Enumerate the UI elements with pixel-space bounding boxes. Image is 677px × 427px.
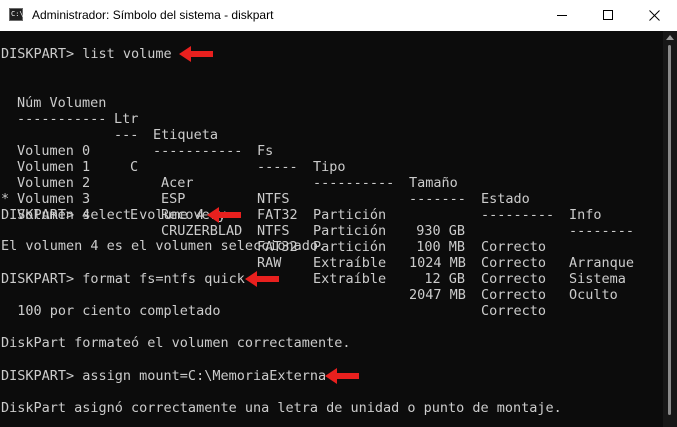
separator: --------- (481, 207, 555, 223)
cell-size: 100 MB (416, 239, 465, 255)
red-left-arrow-icon (245, 271, 279, 287)
window-title: Administrador: Símbolo del sistema - dis… (32, 8, 274, 22)
cell-fs: NTFS (257, 223, 290, 239)
command-prompt-window: C:\ Administrador: Símbolo del sistema -… (0, 0, 677, 427)
minimize-icon (557, 15, 567, 16)
table-row: Volumen 1 ESP FAT32 Partición 100 MB Cor… (0, 127, 663, 287)
cell-status: Correcto (481, 271, 547, 287)
console-output[interactable]: DISKPART> list volume Núm Volumen Ltr Et… (0, 31, 663, 427)
command-line: DISKPART> format fs=ntfs quick (1, 271, 245, 287)
console-app-icon-label: C:\ (11, 10, 24, 18)
volume-table-separator: ----------- --- ----------- ----- ------… (0, 95, 663, 239)
cell-info: Oculto (569, 287, 618, 303)
cell-info: Arranque (569, 255, 635, 271)
cell-status: Correcto (481, 287, 547, 303)
cell-type: Extraíble (313, 255, 387, 271)
console-app-icon: C:\ (9, 8, 24, 21)
scroll-up-arrow-icon[interactable] (666, 35, 674, 40)
cell-size: 2047 MB (409, 287, 466, 303)
vertical-scrollbar[interactable] (663, 31, 677, 427)
cell-size: 12 GB (424, 271, 465, 287)
output-line: El volumen 4 es el volumen seleccionado. (1, 238, 327, 254)
output-line: DiskPart asignó correctamente una letra … (1, 400, 562, 416)
command-line: DISKPART> assign mount=C:\MemoriaExterna (1, 368, 327, 384)
scrollbar-thumb[interactable] (668, 45, 671, 415)
cell-fs: NTFS (257, 191, 290, 207)
cell-type: Partición (313, 207, 387, 223)
cell-size: 1024 MB (409, 255, 466, 271)
minimize-button[interactable] (539, 0, 585, 31)
cell-status: Correcto (481, 255, 547, 271)
maximize-button[interactable] (585, 0, 631, 31)
output-line: 100 por ciento completado (1, 303, 221, 319)
red-left-arrow-icon (179, 46, 213, 62)
table-row: Volumen 0 C Acer NTFS Partición 930 GB C… (0, 111, 663, 271)
cell-type: Extraíble (313, 271, 387, 287)
close-icon (649, 10, 660, 21)
command-line: DISKPART> select volume 4 (1, 207, 205, 223)
close-button[interactable] (631, 0, 677, 31)
table-row: Volumen 3 E CRUZERBLAD FAT32 Extraíble 1… (0, 159, 663, 303)
header-estado: Estado (481, 191, 530, 207)
separator: -------- (569, 223, 635, 239)
red-left-arrow-icon (207, 207, 241, 223)
cell-label: ESP (161, 191, 186, 207)
cell-label: CRUZERBLAD (161, 223, 243, 239)
table-row: Volumen 2 Recovery NTFS Partición 1024 M… (0, 143, 663, 303)
title-bar[interactable]: C:\ Administrador: Símbolo del sistema -… (0, 0, 677, 31)
header-info: Info (569, 207, 602, 223)
separator: ------- (409, 191, 466, 207)
cell-status: Correcto (481, 303, 547, 319)
cell-fs: RAW (257, 255, 282, 271)
cell-info: Sistema (569, 271, 626, 287)
command-line: DISKPART> list volume (1, 46, 172, 62)
cell-size: 930 GB (416, 223, 465, 239)
cell-status: Correcto (481, 239, 547, 255)
red-left-arrow-icon (325, 368, 359, 384)
maximize-icon (603, 10, 613, 20)
cell-type: Partición (313, 223, 387, 239)
table-row: * Volumen 4 RAW Extraíble 2047 MB Correc… (0, 175, 663, 319)
volume-table-header: Núm Volumen Ltr Etiqueta Fs Tipo Tamaño … (0, 79, 663, 223)
cell-fs: FAT32 (257, 207, 298, 223)
output-line: DiskPart formateó el volumen correctamen… (1, 335, 351, 351)
selected-marker: * (1, 191, 10, 207)
